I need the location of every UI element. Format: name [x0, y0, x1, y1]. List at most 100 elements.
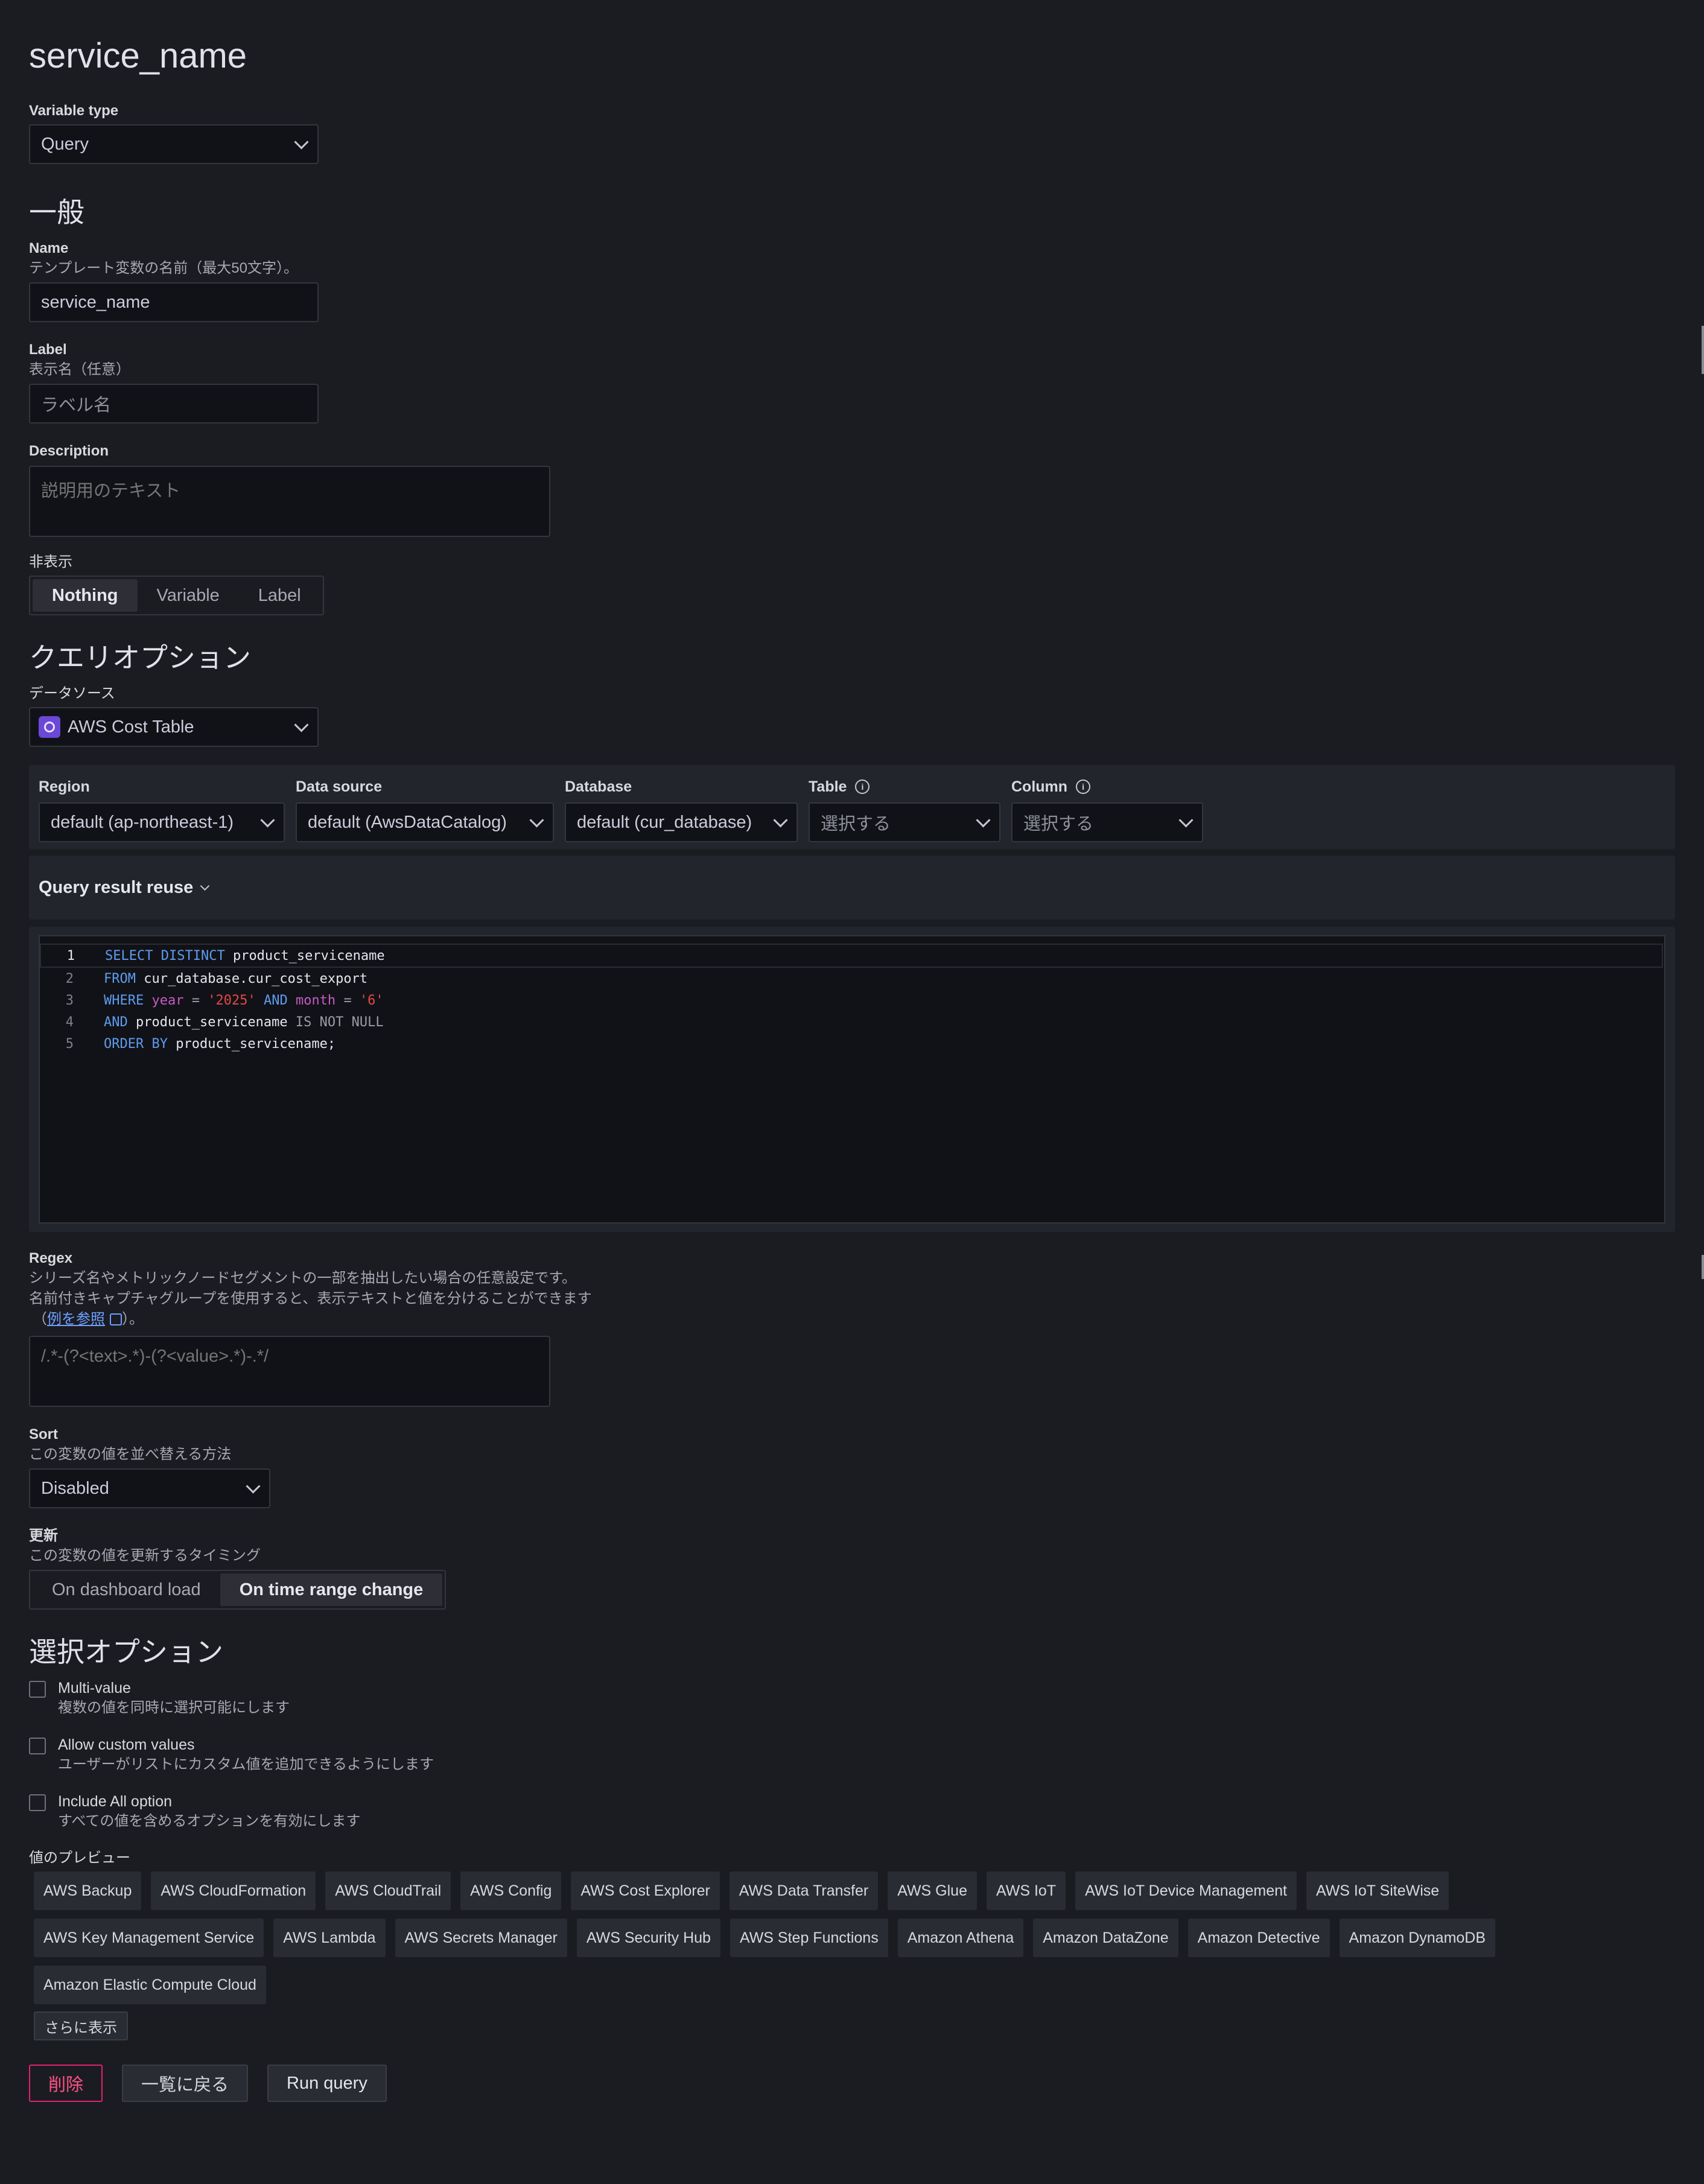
table-value: 選択する	[821, 814, 891, 834]
back-to-list-button[interactable]: 一覧に戻る	[122, 2065, 249, 2102]
column-value: 選択する	[1023, 814, 1094, 834]
query-options-heading: クエリオプション	[29, 642, 251, 673]
run-query-button[interactable]: Run query	[267, 2065, 387, 2102]
regex-examples-link[interactable]: 例を参照	[47, 1311, 105, 1327]
info-icon[interactable]: i	[855, 779, 870, 794]
line-number: 2	[65, 971, 74, 986]
regex-desc-paren: （	[33, 1311, 47, 1327]
database-select[interactable]: default (cur_database)	[565, 802, 798, 842]
code-token: FROM	[104, 971, 136, 986]
preview-chip: Amazon Elastic Compute Cloud	[34, 1966, 266, 2004]
regex-desc-paren-close: ）。	[122, 1311, 144, 1327]
chevron-down-icon	[294, 717, 309, 732]
name-label: Name	[29, 240, 69, 256]
query-editor-panel: Region default (ap-northeast-1) Data sou…	[29, 765, 1675, 849]
region-select[interactable]: default (ap-northeast-1)	[39, 802, 285, 842]
datasource-label: データソース	[29, 685, 115, 702]
sql-editor-panel: 1 SELECT DISTINCT product_servicename 2 …	[29, 927, 1675, 1232]
include-all-desc: すべての値を含めるオプションを有効にします	[58, 1813, 361, 1829]
database-field: Database default (cur_database)	[565, 775, 798, 842]
table-select[interactable]: 選択する	[809, 802, 1000, 842]
data-source-field: Data source default (AwsDataCatalog)	[296, 775, 554, 842]
column-label: Column	[1011, 778, 1068, 795]
values-preview-label: 値のプレビュー	[29, 1850, 130, 1866]
label-input[interactable]: ラベル名	[29, 384, 319, 424]
multi-value-label: Multi-value	[58, 1680, 131, 1697]
custom-values-checkbox[interactable]	[29, 1738, 46, 1754]
preview-chip: AWS Glue	[888, 1871, 977, 1910]
column-select[interactable]: 選択する	[1011, 802, 1203, 842]
info-icon[interactable]: i	[1076, 779, 1091, 794]
code-token: =	[191, 992, 200, 1008]
code-token: product_servicename	[224, 948, 385, 963]
data-source-select[interactable]: default (AwsDataCatalog)	[296, 802, 554, 842]
code-line-5: ORDER BY product_servicename;	[104, 1036, 335, 1052]
description-textarea[interactable]	[29, 466, 550, 537]
multi-value-desc: 複数の値を同時に選択可能にします	[58, 1700, 290, 1716]
data-source-label: Data source	[296, 778, 383, 795]
refresh-field: 更新 この変数の値を更新するタイミング On dashboard load On…	[29, 1526, 1675, 1610]
sort-value: Disabled	[41, 1478, 109, 1498]
scrollbar-marker	[1702, 1255, 1704, 1279]
code-token: ORDER BY	[104, 1036, 168, 1052]
code-token: product_servicename	[127, 1014, 296, 1030]
sort-select[interactable]: Disabled	[29, 1468, 270, 1508]
code-line-4: AND product_servicename IS NOT NULL	[104, 1015, 384, 1030]
refresh-desc: この変数の値を更新するタイミング	[29, 1548, 261, 1564]
variable-type-select[interactable]: Query	[29, 124, 319, 164]
scrollbar-marker	[1702, 326, 1704, 374]
preview-chip: Amazon Athena	[897, 1919, 1024, 1957]
variable-editor: service_name Variable type Query 一般 Name…	[0, 0, 1704, 2102]
action-buttons: 削除 一覧に戻る Run query	[29, 2065, 1675, 2102]
preview-chip: Amazon DataZone	[1033, 1919, 1178, 1957]
sql-code-editor[interactable]: 1 SELECT DISTINCT product_servicename 2 …	[39, 935, 1665, 1224]
hide-option-variable[interactable]: Variable	[138, 579, 239, 612]
chevron-down-icon	[246, 1478, 261, 1494]
code-line: 5 ORDER BY product_servicename;	[40, 1033, 1664, 1055]
name-input[interactable]: service_name	[29, 282, 319, 322]
include-all-checkbox[interactable]	[29, 1794, 46, 1811]
hide-field: 非表示 Nothing Variable Label	[29, 553, 1675, 615]
region-label: Region	[39, 778, 90, 795]
preview-chip: AWS Key Management Service	[34, 1919, 264, 1957]
query-result-reuse-toggle[interactable]: Query result reuse	[29, 856, 1675, 919]
refresh-label: 更新	[29, 1528, 58, 1544]
name-field: Name テンプレート変数の名前（最大50文字）。 service_name	[29, 239, 1675, 322]
sort-desc: この変数の値を並べ替える方法	[29, 1446, 232, 1462]
preview-chip: AWS Backup	[34, 1871, 142, 1910]
external-link-icon	[110, 1313, 122, 1325]
regex-field: Regex シリーズ名やメトリックノードセグメントの一部を抽出したい場合の任意設…	[29, 1249, 1675, 1407]
code-token: SELECT	[105, 948, 153, 963]
line-number: 3	[65, 992, 74, 1008]
preview-chip: Amazon DynamoDB	[1339, 1919, 1496, 1957]
hide-option-nothing[interactable]: Nothing	[33, 579, 138, 612]
chevron-down-icon	[773, 812, 788, 828]
datasource-select[interactable]: AWS Cost Table	[29, 707, 319, 747]
preview-chip: AWS Data Transfer	[729, 1871, 879, 1910]
preview-chip: AWS IoT	[987, 1871, 1066, 1910]
refresh-radio-group: On dashboard load On time range change	[29, 1570, 447, 1610]
region-value: default (ap-northeast-1)	[51, 812, 234, 832]
hide-option-label[interactable]: Label	[239, 579, 320, 612]
regex-textarea[interactable]	[29, 1336, 550, 1407]
custom-values-desc: ユーザーがリストにカスタム値を追加できるようにします	[58, 1756, 434, 1773]
column-label-wrap: Column i	[1011, 775, 1203, 799]
code-token: month	[295, 992, 336, 1008]
code-line: 1 SELECT DISTINCT product_servicename	[40, 944, 1663, 968]
description-field: Description	[29, 442, 1675, 537]
values-preview-list: AWS Backup AWS CloudFormation AWS CloudT…	[34, 1871, 1578, 2004]
line-number: 5	[65, 1036, 74, 1052]
table-label: Table	[809, 778, 847, 795]
database-label: Database	[565, 778, 632, 795]
refresh-option-time-range-change[interactable]: On time range change	[220, 1573, 443, 1606]
show-more-button[interactable]: さらに表示	[34, 2011, 128, 2040]
variable-type-field: Variable type Query	[29, 101, 1675, 164]
delete-button[interactable]: 削除	[29, 2065, 103, 2102]
code-token: DISTINCT	[161, 948, 225, 963]
data-source-value: default (AwsDataCatalog)	[308, 812, 507, 832]
code-token: product_servicename;	[167, 1036, 336, 1052]
code-token: '2025'	[208, 992, 256, 1008]
multi-value-checkbox[interactable]	[29, 1681, 46, 1698]
code-token: year	[151, 992, 184, 1008]
refresh-option-dashboard-load[interactable]: On dashboard load	[33, 1573, 220, 1606]
